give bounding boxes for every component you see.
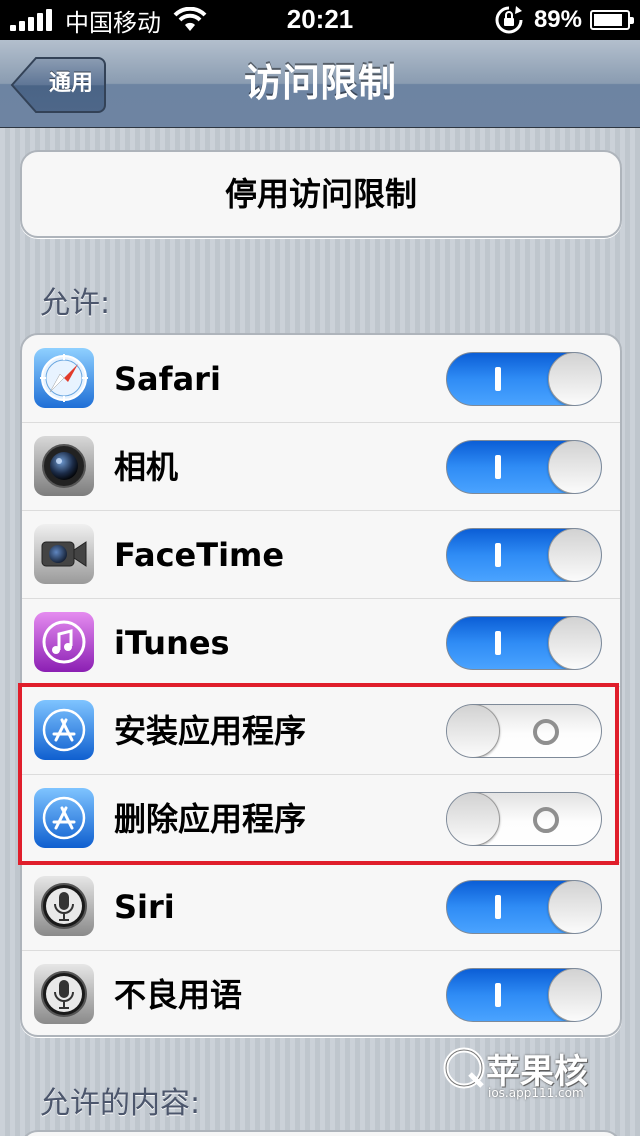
list-item-label: Safari xyxy=(114,360,221,398)
list-item-camera: 相机 xyxy=(22,423,620,511)
rotation-lock-icon xyxy=(495,6,523,34)
disable-restrictions-button[interactable]: 停用访问限制 xyxy=(20,150,622,238)
status-right: 89% xyxy=(494,5,634,35)
section-header-allow: 允许: xyxy=(40,286,111,321)
toggle-knob xyxy=(447,705,500,757)
on-indicator xyxy=(495,543,501,567)
toggle-knob xyxy=(548,353,601,405)
siri-microphone-icon xyxy=(34,876,94,936)
safari-toggle[interactable] xyxy=(446,352,602,406)
list-item-label: 安装应用程序 xyxy=(114,712,307,750)
list-item-facetime: FaceTime xyxy=(22,511,620,599)
off-indicator xyxy=(533,807,559,833)
list-item-safari: Safari xyxy=(22,335,620,423)
back-button[interactable]: 通用 xyxy=(10,56,106,114)
section-header-allowed-content: 允许的内容: xyxy=(40,1086,201,1121)
on-indicator xyxy=(495,455,501,479)
allow-list: Safari 相机 FaceTime iTunes 安装应用程序 删除应用程序 … xyxy=(20,333,622,1037)
list-item-label: iTunes xyxy=(114,624,230,662)
app-store-icon xyxy=(34,788,94,848)
toggle-knob xyxy=(548,529,601,581)
battery-icon xyxy=(590,10,634,30)
status-bar: 中国移动 20:21 89% xyxy=(0,0,640,40)
list-item-label: 不良用语 xyxy=(114,976,243,1014)
delete-apps-toggle[interactable] xyxy=(446,792,602,846)
off-indicator xyxy=(533,719,559,745)
facetime-icon xyxy=(34,524,94,584)
list-item-install-apps: 安装应用程序 xyxy=(22,687,620,775)
battery-fill xyxy=(594,14,623,26)
toggle-knob xyxy=(548,441,601,493)
list-item-explicit-language: 不良用语 xyxy=(22,951,620,1035)
safari-icon xyxy=(34,348,94,408)
on-indicator xyxy=(495,983,501,1007)
list-item-label: FaceTime xyxy=(114,536,285,574)
on-indicator xyxy=(495,895,501,919)
toggle-knob xyxy=(447,793,500,845)
camera-icon xyxy=(34,436,94,496)
siri-toggle[interactable] xyxy=(446,880,602,934)
navigation-bar: 访问限制 通用 xyxy=(0,40,640,128)
toggle-knob xyxy=(548,969,601,1021)
list-item-label: Siri xyxy=(114,888,175,926)
allowed-content-list xyxy=(20,1130,622,1136)
toggle-knob xyxy=(548,881,601,933)
list-item-delete-apps: 删除应用程序 xyxy=(22,775,620,863)
list-item-siri: Siri xyxy=(22,863,620,951)
list-item-label: 删除应用程序 xyxy=(114,800,307,838)
list-item-label: 相机 xyxy=(114,448,179,486)
on-indicator xyxy=(495,367,501,391)
facetime-toggle[interactable] xyxy=(446,528,602,582)
itunes-icon xyxy=(34,612,94,672)
toggle-knob xyxy=(548,617,601,669)
siri-microphone-icon xyxy=(34,964,94,1024)
list-item-itunes: iTunes xyxy=(22,599,620,687)
app-store-icon xyxy=(34,700,94,760)
on-indicator xyxy=(495,631,501,655)
explicit-language-toggle[interactable] xyxy=(446,968,602,1022)
watermark: 苹果核 ios.app111.com xyxy=(440,1042,630,1104)
camera-toggle[interactable] xyxy=(446,440,602,494)
back-button-label: 通用 xyxy=(48,71,93,96)
watermark-logo-icon xyxy=(443,1047,485,1089)
itunes-toggle[interactable] xyxy=(446,616,602,670)
battery-percent: 89% xyxy=(533,6,582,33)
install-apps-toggle[interactable] xyxy=(446,704,602,758)
watermark-sub: ios.app111.com xyxy=(488,1086,584,1100)
